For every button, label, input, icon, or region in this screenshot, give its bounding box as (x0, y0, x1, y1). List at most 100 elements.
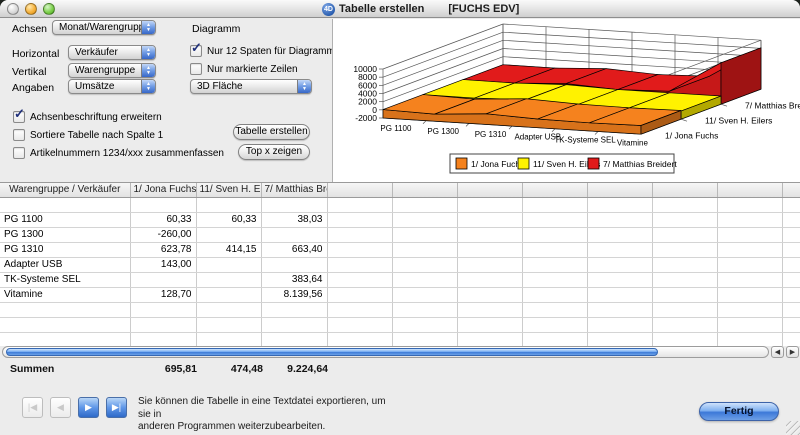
create-table-button[interactable]: Tabelle erstellen (233, 124, 310, 140)
table-cell[interactable] (392, 302, 457, 317)
table-row[interactable]: TK-Systeme SEL 383,64 (0, 272, 800, 287)
table-cell[interactable] (782, 197, 800, 212)
table-cell[interactable] (587, 227, 652, 242)
axes-select[interactable]: Monat/Warengrupp... ▲▼ (52, 20, 156, 35)
table-cell[interactable]: 38,03 (261, 212, 327, 227)
table-cell[interactable] (782, 212, 800, 227)
table-cell[interactable] (652, 332, 717, 346)
last-record-button[interactable]: ▶| (106, 397, 127, 418)
table-cell[interactable] (0, 302, 130, 317)
table-cell[interactable] (196, 317, 261, 332)
table-cell[interactable] (717, 242, 782, 257)
table-cell[interactable] (392, 317, 457, 332)
table-cell[interactable]: 128,70 (130, 287, 196, 302)
table-cell[interactable]: PG 1100 (0, 212, 130, 227)
column-header[interactable]: 1/ Jona Fuchs (130, 183, 196, 197)
table-cell[interactable] (457, 212, 522, 227)
table-cell[interactable] (652, 272, 717, 287)
table-cell[interactable]: PG 1300 (0, 227, 130, 242)
table-cell[interactable] (196, 197, 261, 212)
table-cell[interactable] (196, 332, 261, 346)
table-cell[interactable] (587, 257, 652, 272)
table-row[interactable]: Vitamine128,708.139,56 (0, 287, 800, 302)
table-cell[interactable] (392, 257, 457, 272)
table-cell[interactable] (522, 287, 587, 302)
table-cell[interactable] (522, 227, 587, 242)
table-cell[interactable] (327, 332, 392, 346)
table-cell[interactable] (782, 317, 800, 332)
table-cell[interactable] (652, 212, 717, 227)
table-cell[interactable] (652, 317, 717, 332)
table-cell[interactable] (196, 302, 261, 317)
table-cell[interactable] (457, 317, 522, 332)
column-header[interactable]: Warengruppe / Verkäufer (0, 183, 130, 197)
table-cell[interactable] (717, 227, 782, 242)
column-header[interactable] (782, 183, 800, 197)
table-cell[interactable] (717, 332, 782, 346)
table-cell[interactable] (782, 272, 800, 287)
table-cell[interactable]: -260,00 (130, 227, 196, 242)
table-cell[interactable] (522, 317, 587, 332)
table-cell[interactable] (522, 332, 587, 346)
table-cell[interactable] (196, 257, 261, 272)
previous-record-button[interactable]: ◀ (50, 397, 71, 418)
table-cell[interactable] (392, 272, 457, 287)
table-cell[interactable] (261, 197, 327, 212)
table-row[interactable]: PG 110060,3360,3338,03 (0, 212, 800, 227)
table-cell[interactable] (392, 227, 457, 242)
column-header[interactable] (717, 183, 782, 197)
table-cell[interactable] (261, 227, 327, 242)
table-row[interactable]: Adapter USB143,00 (0, 257, 800, 272)
column-header[interactable] (652, 183, 717, 197)
table-cell[interactable] (0, 332, 130, 346)
sort-table-checkbox[interactable]: ✓ Sortiere Tabelle nach Spalte 1 (13, 129, 163, 141)
table-cell[interactable] (457, 302, 522, 317)
next-record-button[interactable]: ▶ (78, 397, 99, 418)
table-cell[interactable]: 383,64 (261, 272, 327, 287)
table-cell[interactable] (327, 242, 392, 257)
zoom-window-icon[interactable] (43, 3, 55, 15)
table-cell[interactable] (782, 242, 800, 257)
table-cell[interactable] (587, 212, 652, 227)
column-header[interactable] (327, 183, 392, 197)
column-header[interactable]: 11/ Sven H. Eilers (196, 183, 261, 197)
table-row[interactable]: PG 1310623,78414,15663,40 (0, 242, 800, 257)
table-row[interactable] (0, 302, 800, 317)
table-cell[interactable] (652, 197, 717, 212)
table-row[interactable] (0, 317, 800, 332)
table-cell[interactable] (587, 197, 652, 212)
scrollbar-track[interactable] (2, 346, 769, 358)
table-cell[interactable] (652, 302, 717, 317)
table-cell[interactable] (717, 212, 782, 227)
table-cell[interactable]: TK-Systeme SEL (0, 272, 130, 287)
table-cell[interactable] (130, 317, 196, 332)
table-cell[interactable] (130, 272, 196, 287)
axis-labels-checkbox[interactable]: ✓ Achsenbeschriftung erweitern (13, 111, 162, 123)
table-cell[interactable] (130, 197, 196, 212)
table-row[interactable]: PG 1300-260,00 (0, 227, 800, 242)
column-header[interactable] (392, 183, 457, 197)
column-header[interactable] (457, 183, 522, 197)
table-cell[interactable] (392, 287, 457, 302)
table-cell[interactable]: 60,33 (130, 212, 196, 227)
table-cell[interactable]: 663,40 (261, 242, 327, 257)
table-cell[interactable] (652, 227, 717, 242)
table-cell[interactable] (652, 287, 717, 302)
table-cell[interactable] (457, 287, 522, 302)
table-cell[interactable] (717, 257, 782, 272)
table-cell[interactable] (0, 317, 130, 332)
table-cell[interactable] (196, 287, 261, 302)
table-cell[interactable] (196, 272, 261, 287)
table-cell[interactable] (261, 317, 327, 332)
table-cell[interactable] (717, 272, 782, 287)
table-cell[interactable] (130, 332, 196, 346)
table-cell[interactable] (327, 197, 392, 212)
table-cell[interactable] (327, 257, 392, 272)
resize-grip-icon[interactable] (786, 421, 800, 435)
table-cell[interactable]: 143,00 (130, 257, 196, 272)
table-cell[interactable] (717, 302, 782, 317)
table-cell[interactable] (0, 197, 130, 212)
table-cell[interactable] (782, 257, 800, 272)
table-cell[interactable] (327, 302, 392, 317)
table-cell[interactable] (392, 197, 457, 212)
